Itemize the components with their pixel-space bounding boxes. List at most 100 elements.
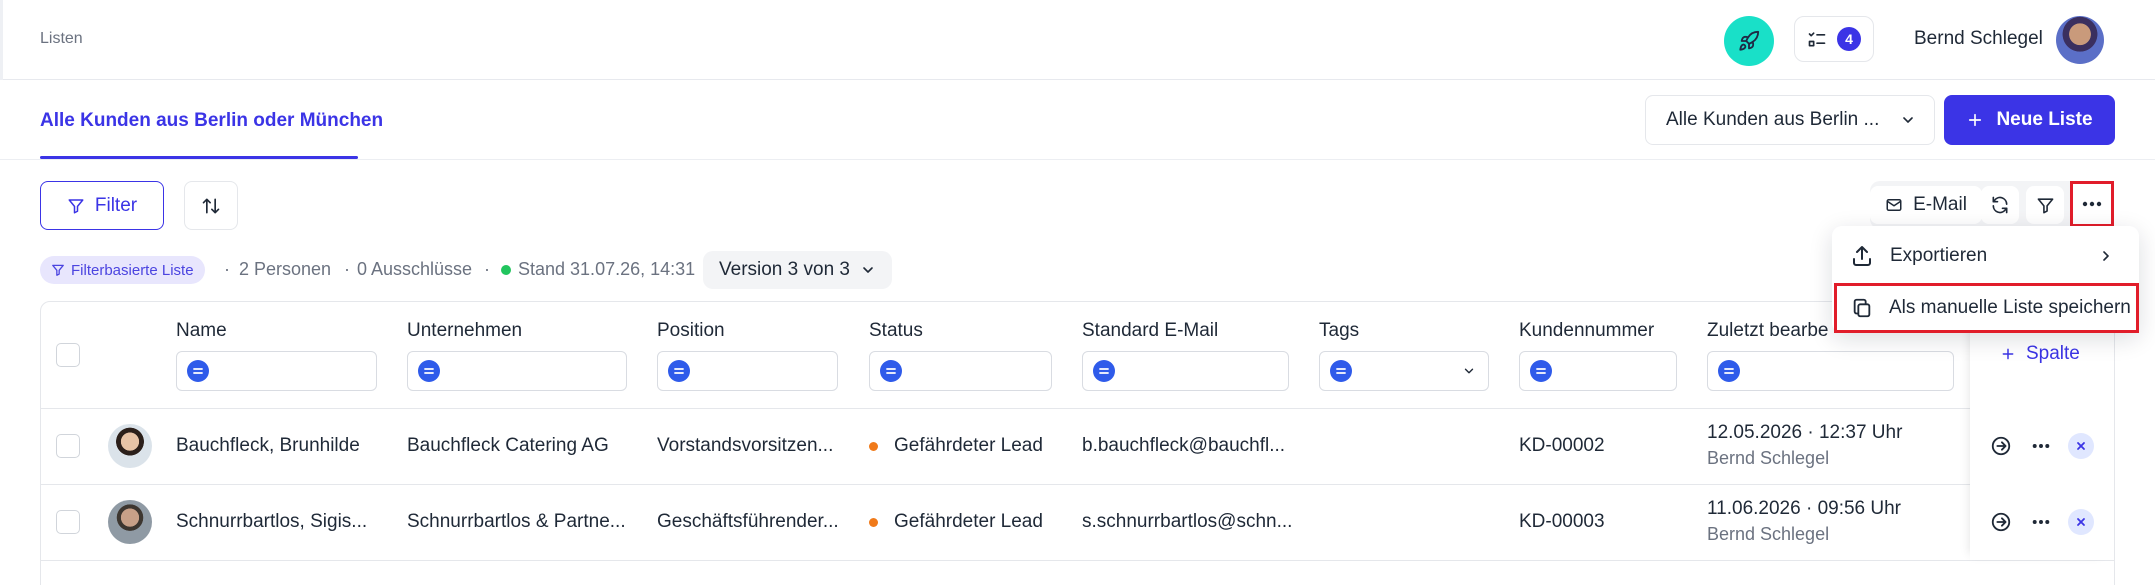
contact-company[interactable]: Schnurrbartlos & Partne... [407, 511, 626, 533]
contact-name[interactable]: Bauchfleck, Brunhilde [176, 435, 360, 457]
column-header-company[interactable]: Unternehmen [407, 320, 522, 342]
contact-customer-no: KD-00003 [1519, 511, 1605, 532]
meta-separator: · [484, 259, 490, 279]
contact-position: Geschäftsführender... [657, 511, 839, 532]
contact-status: Gefährdeter Lead [894, 435, 1043, 456]
tags-filter-select[interactable] [1319, 351, 1489, 391]
column-header-customer-no[interactable]: Kundennummer [1519, 320, 1654, 342]
close-icon [2077, 442, 2085, 450]
mail-icon [1886, 199, 1902, 211]
plus-icon [1969, 113, 1982, 127]
tab-divider [0, 159, 2155, 160]
chevron-down-icon [1464, 368, 1474, 374]
column-header-email[interactable]: Standard E-Mail [1082, 320, 1218, 342]
column-header-name[interactable]: Name [176, 320, 227, 342]
ellipsis-icon [2032, 444, 2050, 448]
list-type-label: Filterbasierte Liste [71, 261, 194, 279]
menu-item-save-as-manual-list-label: Als manuelle Liste speichern [1889, 297, 2131, 318]
contact-customer-no: KD-00002 [1519, 435, 1605, 456]
column-header-status[interactable]: Status [869, 320, 923, 342]
row-checkbox[interactable] [56, 434, 80, 458]
last-edited-by: Bernd Schlegel [1707, 524, 1830, 544]
contact-avatar[interactable] [108, 500, 152, 544]
status-filter-input[interactable] [869, 351, 1052, 391]
user-name[interactable]: Bernd Schlegel [1914, 28, 2043, 50]
contact-email[interactable]: s.schnurrbartlos@schn... [1082, 511, 1292, 533]
rocket-icon [1739, 30, 1760, 51]
name-filter-input[interactable] [176, 351, 377, 391]
column-header-position[interactable]: Position [657, 320, 725, 342]
meta-separator: · [344, 259, 350, 279]
more-options-button[interactable] [2070, 181, 2114, 227]
filter-operator-icon[interactable] [1530, 360, 1552, 382]
version-select[interactable]: Version 3 von 3 [703, 251, 892, 289]
ellipsis-icon [2082, 201, 2102, 207]
company-filter-input[interactable] [407, 351, 627, 391]
row-checkbox[interactable] [56, 510, 80, 534]
table-header-divider [40, 408, 2115, 409]
remove-row-button[interactable] [2068, 509, 2094, 535]
last-edited-date: 12.05.2026 · 12:37 Uhr [1707, 422, 1903, 443]
email-button[interactable]: E-Mail [1870, 186, 1982, 224]
chevron-right-icon [2103, 251, 2109, 261]
contact-position: Vorstandsvorsitzen... [657, 435, 834, 456]
tab-active-list[interactable]: Alle Kunden aus Berlin oder München [40, 110, 383, 132]
last-edited-filter-input[interactable] [1707, 351, 1954, 391]
add-column-label: Spalte [2026, 343, 2080, 364]
select-all-checkbox[interactable] [56, 343, 80, 367]
rocket-button[interactable] [1724, 16, 1774, 66]
status-dot-green [501, 265, 511, 275]
contact-company[interactable]: Bauchfleck Catering AG [407, 435, 609, 457]
persons-count: 2 Personen [239, 259, 332, 279]
filter-operator-icon[interactable] [418, 360, 440, 382]
ellipsis-icon [2032, 520, 2050, 524]
email-filter-input[interactable] [1082, 351, 1289, 391]
list-type-badge: Filterbasierte Liste [40, 256, 205, 284]
customer-no-filter-input[interactable] [1519, 351, 1677, 391]
funnel-icon [68, 198, 84, 213]
table-row-divider [40, 560, 2115, 561]
user-avatar[interactable] [2056, 16, 2104, 64]
tasks-button[interactable]: 4 [1794, 16, 1874, 62]
menu-item-export[interactable]: Exportieren [1848, 233, 2128, 279]
row-more-button[interactable] [2026, 431, 2056, 461]
funnel-icon [2037, 197, 2053, 213]
new-list-button[interactable]: Neue Liste [1944, 95, 2115, 145]
filter-button[interactable]: Filter [40, 181, 164, 230]
version-label: Version 3 von 3 [719, 259, 850, 280]
sort-button[interactable] [184, 181, 238, 230]
copy-icon [1853, 298, 1871, 318]
contact-email[interactable]: b.bauchfleck@bauchfl... [1082, 435, 1285, 457]
email-label: E-Mail [1913, 194, 1967, 215]
contact-name[interactable]: Schnurrbartlos, Sigis... [176, 511, 367, 533]
menu-item-save-as-manual-list[interactable]: Als manuelle Liste speichern [1834, 283, 2139, 333]
contact-status: Gefährdeter Lead [894, 511, 1043, 532]
breadcrumb[interactable]: Listen [40, 30, 83, 48]
new-list-label: Neue Liste [1996, 109, 2093, 130]
plus-icon [2002, 348, 2014, 360]
position-filter-input[interactable] [657, 351, 838, 391]
filter-operator-icon[interactable] [1718, 360, 1740, 382]
filter-operator-icon[interactable] [1093, 360, 1115, 382]
list-select[interactable]: Alle Kunden aus Berlin ... [1645, 95, 1935, 145]
column-header-tags[interactable]: Tags [1319, 320, 1359, 342]
add-column-button[interactable]: Spalte [2000, 343, 2080, 365]
tasks-count-badge: 4 [1837, 27, 1861, 51]
column-filter-button[interactable] [2026, 186, 2064, 224]
contact-avatar[interactable] [108, 424, 152, 468]
exclusions-count: 0 Ausschlüsse [357, 259, 473, 279]
funnel-icon [52, 264, 64, 276]
filter-operator-icon[interactable] [880, 360, 902, 382]
upload-icon [1853, 246, 1871, 266]
arrow-right-circle-icon [1991, 436, 2011, 456]
filter-operator-icon[interactable] [1330, 360, 1352, 382]
row-more-button[interactable] [2026, 507, 2056, 537]
remove-row-button[interactable] [2068, 433, 2094, 459]
filter-operator-icon[interactable] [187, 360, 209, 382]
filter-operator-icon[interactable] [668, 360, 690, 382]
close-icon [2077, 518, 2085, 526]
menu-item-export-label: Exportieren [1890, 245, 1988, 266]
open-record-button[interactable] [1986, 431, 2016, 461]
open-record-button[interactable] [1986, 507, 2016, 537]
refresh-button[interactable] [1981, 186, 2019, 224]
